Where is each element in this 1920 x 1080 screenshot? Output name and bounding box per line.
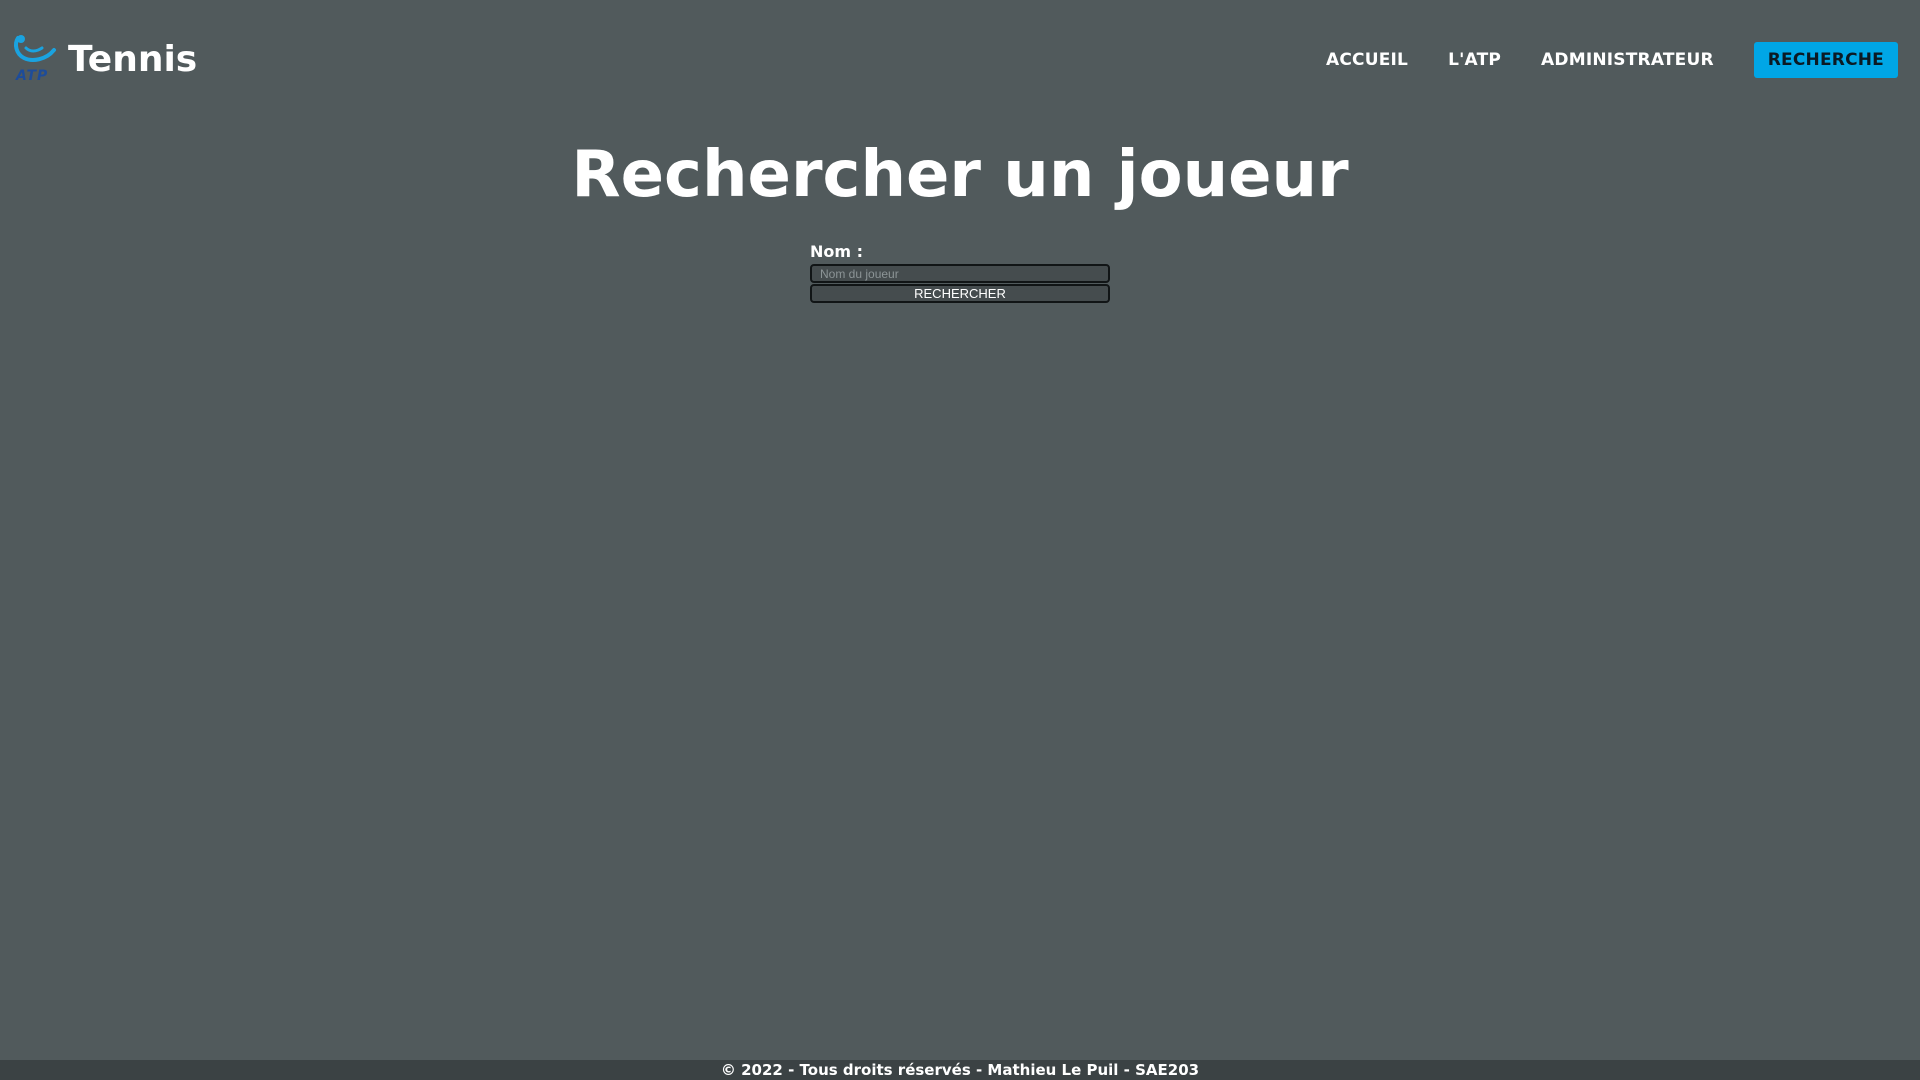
brand[interactable]: ATP Tennis [12,34,197,84]
site-title: Tennis [68,38,198,80]
logo-text: ATP [16,68,49,84]
atp-logo: ATP [12,34,58,84]
site-header: ATP Tennis ACCUEIL L'ATP ADMINISTRATEUR … [0,0,1920,120]
search-form: Nom : RECHERCHER [810,242,1110,303]
site-footer: © 2022 - Tous droits réservés - Mathieu … [0,1060,1920,1080]
nav-item-accueil[interactable]: ACCUEIL [1326,50,1408,70]
page-title: Rechercher un joueur [571,138,1349,212]
search-button[interactable]: RECHERCHER [810,284,1110,303]
player-name-input[interactable] [810,264,1110,283]
main-nav: ACCUEIL L'ATP ADMINISTRATEUR RECHERCHE [1326,42,1898,78]
nav-item-atp[interactable]: L'ATP [1448,50,1501,70]
tennis-player-icon [14,35,56,62]
nav-item-recherche[interactable]: RECHERCHE [1753,42,1898,78]
nav-item-administrateur[interactable]: ADMINISTRATEUR [1541,50,1714,70]
name-label: Nom : [810,242,864,261]
